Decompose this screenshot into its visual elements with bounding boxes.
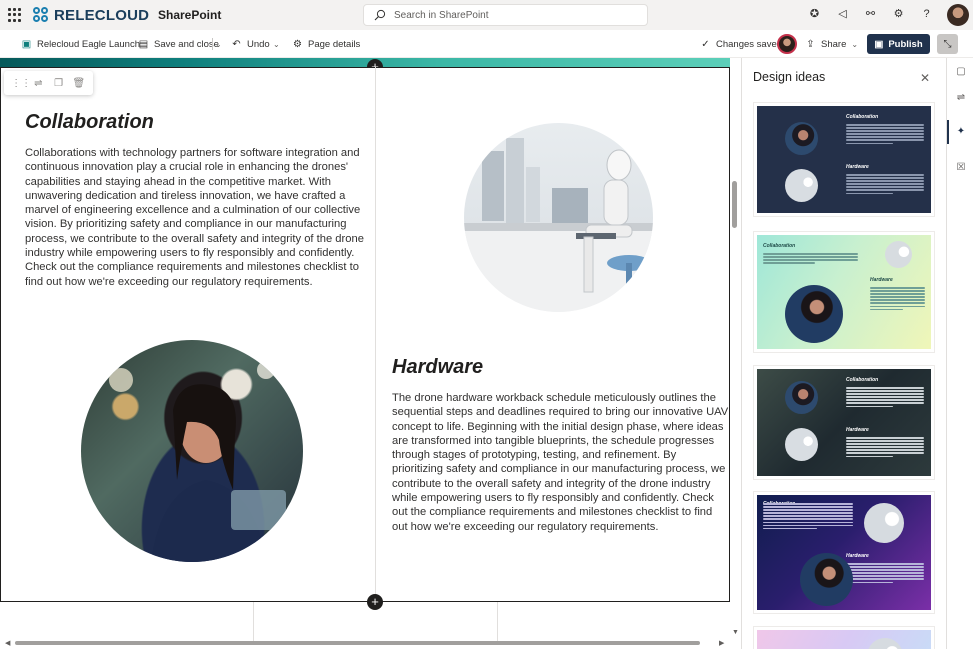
horizontal-scrollbar[interactable]: ◀ ▶ [5, 639, 725, 647]
page-canvas: + ⋮⋮ ⇌ ❐ 🗑 Collaboration Collaborations … [0, 58, 741, 649]
idea-image [785, 122, 818, 155]
section-toolbar: ⋮⋮ ⇌ ❐ 🗑 [4, 71, 93, 95]
design-idea-card[interactable]: Collaboration Hardware [753, 231, 935, 353]
idea-title-hardware: Hardware [846, 164, 869, 170]
check-icon: ✓ [701, 38, 710, 50]
share-chevron-icon: ⌄ [851, 39, 859, 49]
page-details-label: Page details [308, 38, 361, 50]
column-divider [375, 67, 376, 602]
undo-label: Undo [247, 38, 270, 50]
drag-handle-icon[interactable]: ⋮⋮ [11, 78, 31, 89]
toolbox-icon[interactable]: ▢ [955, 66, 967, 78]
page-name: ▣ Relecloud Eagle Launch [21, 36, 140, 52]
settings-icon[interactable]: ⚙ [892, 7, 905, 20]
collapse-icon[interactable]: ⤡ [937, 34, 958, 54]
design-idea-card[interactable]: Collaboration Hardware [753, 365, 935, 480]
section-guide-line [253, 602, 254, 642]
megaphone-icon[interactable]: ◁ [836, 7, 849, 20]
vertical-scrollbar[interactable] [732, 181, 737, 228]
duplicate-icon[interactable]: ❐ [52, 78, 66, 89]
idea-image [785, 169, 818, 202]
publish-icon: ▣ [874, 38, 884, 50]
command-bar: ▣ Relecloud Eagle Launch ▤ Save and clos… [0, 30, 973, 58]
suite-bar: RELECLOUD SharePoint Search in SharePoin… [0, 0, 973, 30]
collaboration-body[interactable]: Collaborations with technology partners … [25, 146, 365, 289]
scroll-right-icon[interactable]: ▶ [719, 639, 724, 647]
publish-label: Publish [888, 38, 923, 50]
scroll-down-icon[interactable]: ▼ [732, 629, 739, 636]
page-details-button[interactable]: ⚙ Page details [292, 36, 360, 52]
idea-image [785, 428, 818, 461]
idea-title-hardware: Hardware [870, 277, 893, 283]
relecloud-logo-icon [33, 7, 49, 23]
idea-title-hardware: Hardware [846, 553, 869, 559]
copilot-icon[interactable]: ✪ [808, 7, 821, 20]
coauthor-avatar[interactable] [777, 34, 797, 54]
undo-button[interactable]: ↶ Undo [231, 36, 270, 52]
edit-section-icon[interactable]: ⇌ [31, 78, 45, 89]
pane-title: Design ideas [753, 70, 826, 84]
design-idea-card[interactable]: Collaboration Hardware [753, 491, 935, 614]
section-guide-line [497, 602, 498, 642]
horizontal-scrollbar-thumb[interactable] [15, 641, 700, 645]
rail-active-indicator [947, 120, 949, 144]
save-icon: ▤ [138, 38, 149, 50]
share-label: Share [821, 38, 847, 50]
design-idea-card[interactable] [753, 626, 935, 649]
undo-icon: ↶ [232, 38, 241, 50]
share-icon: ⇪ [806, 38, 815, 50]
publish-button[interactable]: ▣ Publish [867, 34, 930, 54]
save-options-chevron-icon[interactable]: ⌄ [215, 36, 222, 52]
search-placeholder: Search in SharePoint [394, 9, 489, 21]
sharepoint-page-icon: ▣ [21, 38, 32, 50]
layout-icon[interactable]: ☒ [955, 162, 967, 174]
woman-photo[interactable] [81, 340, 303, 562]
idea-title-collab: Collaboration [763, 243, 796, 249]
gear-icon: ⚙ [293, 38, 302, 50]
save-close-button[interactable]: ▤ Save and close [138, 36, 219, 52]
app-name[interactable]: SharePoint [158, 8, 221, 22]
hardware-body[interactable]: The drone hardware workback schedule met… [392, 391, 730, 534]
banner-strip [0, 58, 730, 67]
app-launcher-icon[interactable] [8, 8, 22, 22]
idea-title-collab: Collaboration [846, 377, 879, 383]
collaboration-heading[interactable]: Collaboration [25, 111, 154, 134]
brand[interactable]: RELECLOUD [33, 6, 149, 24]
save-status-label: Changes saved [716, 38, 783, 50]
search-icon [374, 9, 386, 21]
idea-image [885, 241, 912, 268]
avatar[interactable] [947, 4, 969, 26]
idea-title-collab: Collaboration [846, 114, 879, 120]
idea-image [785, 285, 843, 343]
design-ideas-icon[interactable]: ✦ [955, 126, 967, 138]
right-rail: ▢ ⇌ ✦ ☒ [946, 58, 973, 649]
add-section-bottom-button[interactable]: + [367, 594, 383, 610]
share-button[interactable]: ⇪ Share ⌄ [805, 36, 858, 52]
scroll-left-icon[interactable]: ◀ [5, 639, 10, 647]
undo-chevron-icon[interactable]: ⌄ [273, 36, 280, 52]
share-network-icon[interactable]: ⚯ [864, 7, 877, 20]
save-close-label: Save and close [154, 38, 219, 50]
help-icon[interactable]: ? [920, 7, 933, 20]
hardware-heading[interactable]: Hardware [392, 356, 483, 379]
page-name-label: Relecloud Eagle Launch [37, 38, 140, 50]
idea-image [800, 553, 853, 606]
brand-name: RELECLOUD [54, 6, 150, 24]
idea-image [785, 381, 818, 414]
search-box[interactable]: Search in SharePoint [363, 4, 648, 26]
close-icon[interactable]: ✕ [920, 71, 930, 85]
idea-image [864, 503, 904, 543]
idea-title-hardware: Hardware [846, 427, 869, 433]
robot-photo[interactable] [464, 123, 653, 312]
idea-image [867, 638, 903, 649]
design-ideas-pane: Design ideas ✕ Collaboration Hardware Co… [741, 58, 946, 649]
design-idea-card[interactable]: Collaboration Hardware [753, 102, 935, 217]
properties-icon[interactable]: ⇌ [955, 92, 967, 104]
save-status: ✓ Changes saved [700, 36, 782, 52]
delete-icon[interactable]: 🗑 [72, 78, 86, 89]
